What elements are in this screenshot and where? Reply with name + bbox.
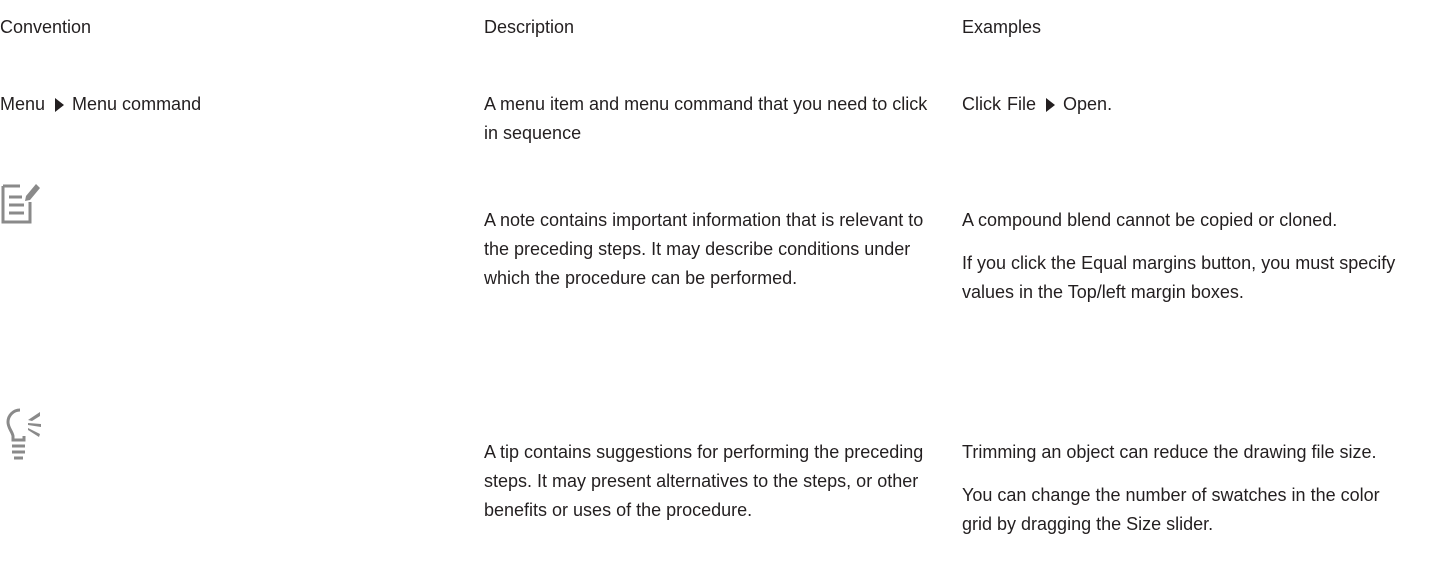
header-description: Description [484,17,575,37]
example-text: Trimming an object can reduce the drawin… [962,442,1377,462]
example-tip: Trimming an object can reduce the drawin… [962,438,1402,539]
menu-arrow-icon [55,97,65,112]
example-text: You can change the number of swatches in… [962,485,1380,534]
header-convention: Convention [0,17,92,37]
example-menu-file: File [1007,94,1037,114]
note-icon [0,180,42,233]
example-menu-command: Click File Open . [962,90,1402,119]
ui-term-top-left-margin: Top/left margin [1067,282,1186,302]
convention-menu-label: Menu [0,94,46,114]
description-text: A menu item and menu command that you ne… [484,94,928,143]
ui-term-equal-margins: Equal margins [1081,253,1197,273]
header-examples: Examples [962,17,1042,37]
example-suffix: . [1107,94,1113,114]
convention-command-label: Menu command [72,94,202,114]
example-text: If you click the Equal margins button, y… [962,253,1396,302]
description-note: A note contains important information th… [484,206,944,293]
example-prefix: Click [962,94,1001,114]
description-tip: A tip contains suggestions for performin… [484,438,944,525]
convention-menu-command: Menu Menu command [0,90,460,119]
tip-lightbulb-icon [0,404,44,469]
description-menu-command: A menu item and menu command that you ne… [484,90,944,148]
example-command-open: Open [1063,94,1108,114]
description-text: A note contains important information th… [484,210,924,288]
menu-arrow-icon [1046,97,1056,112]
ui-term-size: Size [1126,514,1162,534]
example-note: A compound blend cannot be copied or clo… [962,206,1402,307]
example-text: A compound blend cannot be copied or clo… [962,210,1338,230]
description-text: A tip contains suggestions for performin… [484,442,924,520]
conventions-table: Convention Description Examples Menu Men… [0,0,1443,574]
